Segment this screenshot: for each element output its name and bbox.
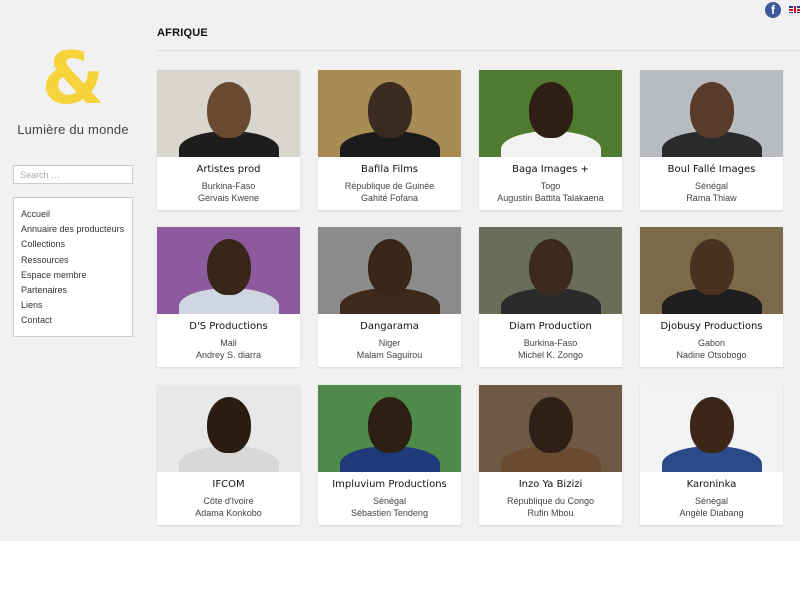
producer-photo[interactable] [157,385,300,472]
producer-country: Burkina-Faso [523,338,578,348]
nav-item-accueil[interactable]: Accueil [21,207,132,222]
producer-photo[interactable] [479,385,622,472]
producer-contact: Rufin Mbou [527,508,574,518]
photo-face [529,82,573,138]
producer-name[interactable]: Karoninka [640,479,783,490]
photo-face [529,239,573,295]
producer-name[interactable]: Diam Production [479,321,622,332]
producer-card[interactable]: IFCOM Côte d'Ivoire Adama Konkobo [157,385,300,525]
producer-photo[interactable] [479,70,622,157]
photo-face [207,239,251,295]
producer-country: Burkina-Faso [201,181,256,191]
nav-item-ressources[interactable]: Ressources [21,253,132,268]
producer-name[interactable]: Impluvium Productions [318,479,461,490]
photo-face [207,82,251,138]
producer-contact: Rama Thiaw [686,193,737,203]
producer-country: Sénégal [372,496,407,506]
producer-photo[interactable] [318,227,461,314]
photo-face [529,397,573,453]
producer-contact: Gervais Kwene [197,193,260,203]
uk-flag-icon[interactable] [789,6,800,13]
producer-contact: Sébastien Tendeng [351,508,428,518]
producer-card[interactable]: Baga Images + Togo Augustin Battita Talaka… [479,70,622,210]
producer-name[interactable]: Artistes prod [157,164,300,175]
producer-name[interactable]: Boul Fallé Images [640,164,783,175]
producer-name[interactable]: Bafila Films [318,164,461,175]
producer-country: Gabon [697,338,726,348]
producer-country: Sénégal [694,496,729,506]
producer-contact: Gahité Fofana [360,193,419,203]
producer-name[interactable]: Inzo Ya Bizizi [479,479,622,490]
photo-face [368,397,412,453]
producer-contact: Malam Saguirou [356,350,423,360]
producer-name[interactable]: Baga Images + [479,164,622,175]
nav-item-partenaires[interactable]: Partenaires [21,283,132,298]
producer-country: Mali [220,338,237,348]
photo-face [690,239,734,295]
producer-card[interactable]: Artistes prod Burkina-Faso Gervais Kwene [157,70,300,210]
producer-country: Côte d'Ivoire [203,496,254,506]
nav-item-collections[interactable]: Collections [21,237,132,252]
producer-card[interactable]: Impluvium Productions Sénégal Sébastien Te… [318,385,461,525]
producer-photo[interactable] [640,70,783,157]
producer-photo[interactable] [640,227,783,314]
producer-card[interactable]: Karoninka Sénégal Angèle Diabang [640,385,783,525]
producer-card[interactable]: Dangarama Niger Malam Saguirou [318,227,461,367]
site-logo[interactable]: & Lumière du monde [10,38,136,137]
producer-contact: Andrey S. diarra [195,350,262,360]
producer-name[interactable]: Djobusy Productions [640,321,783,332]
producer-country: Niger [378,338,401,348]
sidebar-nav: Accueil Annuaire des producteurs Collect… [13,197,133,337]
producer-country: Togo [540,181,561,191]
producer-card[interactable]: Diam Production Burkina-Faso Michel K. Zon… [479,227,622,367]
producer-name[interactable]: IFCOM [157,479,300,490]
photo-face [207,397,251,453]
nav-item-espace-membre[interactable]: Espace membre [21,268,132,283]
nav-item-contact[interactable]: Contact [21,313,132,328]
nav-item-liens[interactable]: Liens [21,298,132,313]
search-input[interactable] [13,165,133,184]
photo-face [690,397,734,453]
photo-face [690,82,734,138]
producer-photo[interactable] [318,385,461,472]
producer-name[interactable]: D'S Productions [157,321,300,332]
producer-contact: Augustin Battita Talakaena [497,193,604,203]
producer-card[interactable]: Inzo Ya Bizizi République du Congo Rufin M… [479,385,622,525]
producer-contact: Adama Konkobo [195,508,262,518]
producer-card[interactable]: Boul Fallé Images Sénégal Rama Thiaw [640,70,783,210]
producer-contact: Michel K. Zongo [517,350,584,360]
nav-item-annuaire[interactable]: Annuaire des producteurs [21,222,132,237]
producer-photo[interactable] [157,227,300,314]
photo-face [368,82,412,138]
producer-country: République du Congo [506,496,595,506]
producer-country: Sénégal [694,181,729,191]
producer-contact: Nadine Otsobogo [676,350,747,360]
producer-photo[interactable] [640,385,783,472]
logo-text: Lumière du monde [17,122,129,137]
producer-contact: Angèle Diabang [679,508,744,518]
producer-card[interactable]: Bafila Films République de Guinée Gahité F… [318,70,461,210]
producer-photo[interactable] [157,70,300,157]
facebook-icon[interactable]: f [765,2,781,18]
producer-card[interactable]: D'S Productions Mali Andrey S. diarra [157,227,300,367]
producer-name[interactable]: Dangarama [318,321,461,332]
producer-photo[interactable] [479,227,622,314]
producer-card[interactable]: Djobusy Productions Gabon Nadine Otsobogo [640,227,783,367]
producer-country: République de Guinée [344,181,435,191]
page-title: AFRIQUE [157,27,208,39]
title-divider [157,50,800,51]
logo-mark: & [41,36,105,120]
photo-face [368,239,412,295]
producer-photo[interactable] [318,70,461,157]
